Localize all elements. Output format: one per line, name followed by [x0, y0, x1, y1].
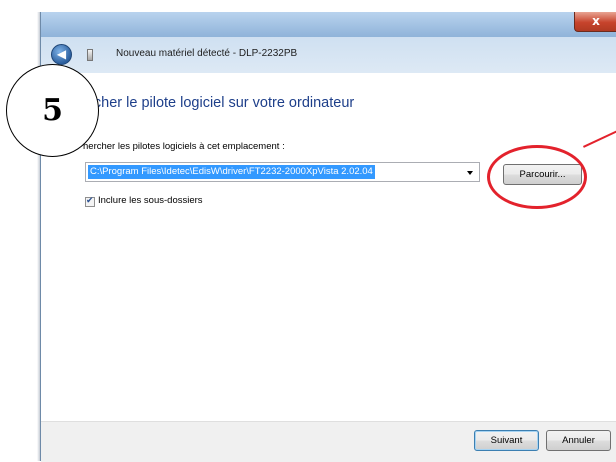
cancel-button[interactable]: Annuler: [546, 430, 611, 451]
next-button[interactable]: Suivant: [474, 430, 539, 451]
close-icon: x: [592, 14, 600, 28]
wizard-navigation-bar: ◀ Nouveau matériel détecté - DLP-2232PB: [41, 37, 616, 73]
checkmark-icon: ✔: [86, 196, 94, 206]
hardware-device-icon: [87, 49, 93, 61]
step-number-annotation: 5: [6, 64, 99, 157]
new-hardware-wizard-window: x ◀ Nouveau matériel détecté - DLP-2232P…: [40, 12, 616, 462]
chevron-down-icon[interactable]: [467, 171, 473, 175]
title-bar[interactable]: x: [41, 12, 616, 37]
step-number: 5: [42, 93, 63, 128]
driver-path-combobox[interactable]: C:\Program Files\Idetec\EdisW\driver\FT2…: [85, 162, 480, 182]
close-button[interactable]: x: [574, 12, 616, 32]
window-title: Nouveau matériel détecté - DLP-2232PB: [116, 48, 298, 59]
include-subfolders-checkbox[interactable]: ✔: [85, 196, 95, 207]
back-button[interactable]: ◀: [51, 44, 72, 65]
search-location-label: hercher les pilotes logiciels à cet empl…: [83, 141, 285, 152]
page-heading: ercher le pilote logiciel sur votre ordi…: [81, 95, 355, 111]
browse-highlight-ellipse: [487, 145, 587, 209]
include-subfolders-label[interactable]: Inclure les sous-dossiers: [98, 195, 203, 206]
driver-path-value[interactable]: C:\Program Files\Idetec\EdisW\driver\FT2…: [88, 165, 375, 179]
back-arrow-icon: ◀: [56, 47, 67, 61]
